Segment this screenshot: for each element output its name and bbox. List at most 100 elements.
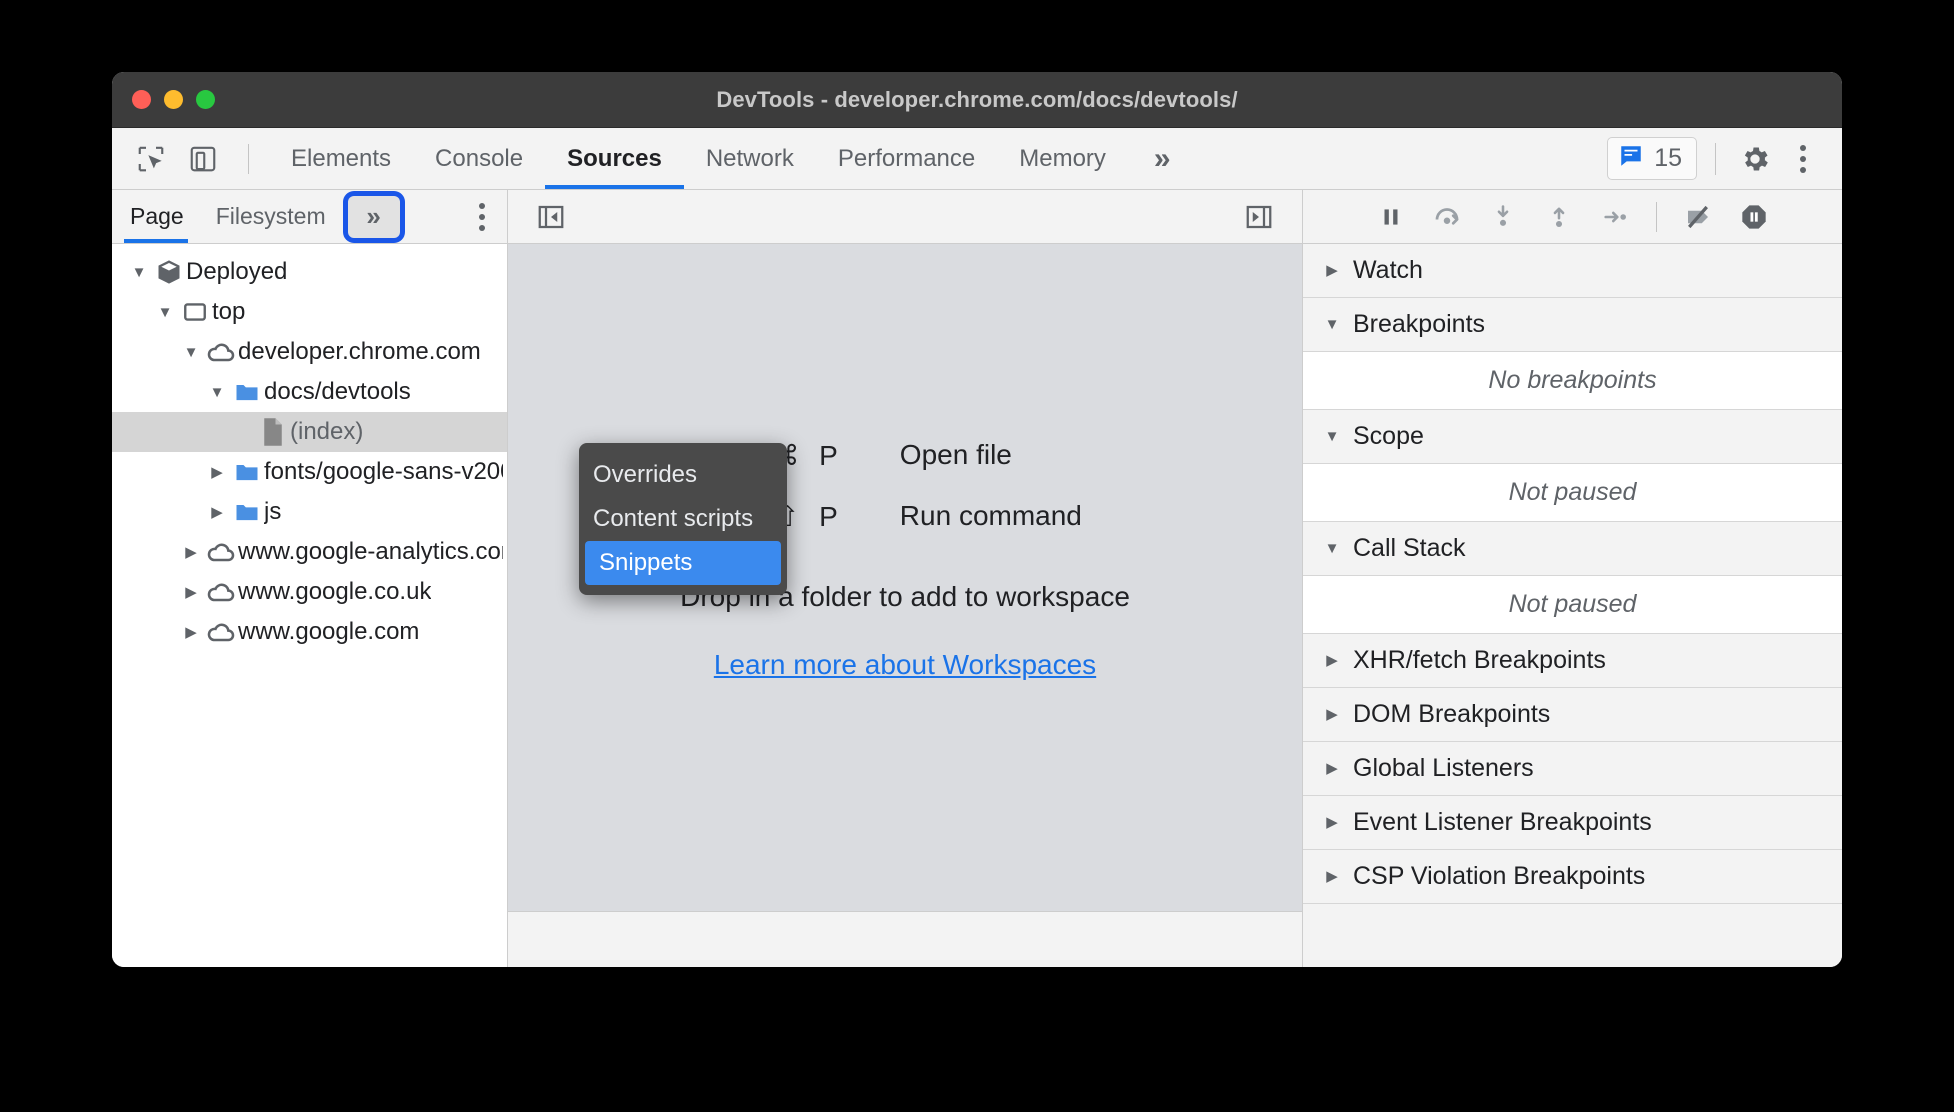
- section-label: DOM Breakpoints: [1353, 700, 1551, 728]
- chevron-right-icon[interactable]: ▶: [1321, 815, 1343, 830]
- show-navigator-icon[interactable]: [530, 196, 572, 238]
- devtools-body: Page Filesystem » ▼ Deployed ▼ top ▼ dev…: [112, 190, 1842, 967]
- tab-elements[interactable]: Elements: [269, 128, 413, 189]
- kebab-dots: [479, 202, 485, 231]
- tree-item-google-com[interactable]: ▶ www.google.com: [112, 612, 507, 652]
- tab-performance[interactable]: Performance: [816, 128, 997, 189]
- chevron-down-icon[interactable]: ▼: [1321, 317, 1343, 332]
- menu-item-overrides[interactable]: Overrides: [579, 453, 787, 497]
- section-label: Call Stack: [1353, 534, 1466, 562]
- chevron-right-icon[interactable]: ▶: [1321, 263, 1343, 278]
- tree-item-label: js: [264, 498, 282, 525]
- call-stack-empty-message: Not paused: [1303, 576, 1842, 634]
- toolbar-right: 15: [1607, 128, 1842, 189]
- chevron-right-icon[interactable]: ▶: [1321, 707, 1343, 722]
- tree-item-label: www.google.com: [238, 618, 420, 645]
- tree-item-developer-chrome-com[interactable]: ▼ developer.chrome.com: [112, 332, 507, 372]
- kebab-menu-icon[interactable]: [1782, 138, 1824, 180]
- folder-icon: [230, 458, 264, 486]
- tree-item-top[interactable]: ▼ top: [112, 292, 507, 332]
- navigator-pane: Page Filesystem » ▼ Deployed ▼ top ▼ dev…: [112, 190, 508, 967]
- chevron-right-icon[interactable]: ▶: [1321, 761, 1343, 776]
- shortcut-description: Run command: [899, 499, 1082, 531]
- chevron-right-icon[interactable]: ▶: [178, 585, 204, 600]
- tab-network[interactable]: Network: [684, 128, 816, 189]
- chevron-down-icon[interactable]: ▼: [126, 265, 152, 280]
- section-label: CSP Violation Breakpoints: [1353, 862, 1646, 890]
- step-icon[interactable]: [1592, 197, 1638, 237]
- nav-tab-label: Filesystem: [215, 203, 326, 229]
- nav-tab-page[interactable]: Page: [112, 190, 200, 243]
- tree-item-google-co-uk[interactable]: ▶ www.google.co.uk: [112, 572, 507, 612]
- editor-status-bar: [508, 911, 1302, 967]
- section-label: Event Listener Breakpoints: [1353, 808, 1652, 836]
- tree-item-index[interactable]: (index): [112, 412, 507, 452]
- close-button[interactable]: [132, 90, 151, 109]
- navigator-overflow-menu: Overrides Content scripts Snippets: [579, 443, 787, 595]
- deactivate-breakpoints-icon[interactable]: [1675, 197, 1721, 237]
- tab-sources[interactable]: Sources: [545, 128, 684, 189]
- device-toolbar-icon[interactable]: [182, 138, 224, 180]
- section-dom-breakpoints[interactable]: ▶ DOM Breakpoints: [1303, 688, 1842, 742]
- tab-memory[interactable]: Memory: [997, 128, 1128, 189]
- section-breakpoints[interactable]: ▼ Breakpoints: [1303, 298, 1842, 352]
- tree-item-fonts[interactable]: ▶ fonts/google-sans-v200: [112, 452, 507, 492]
- panel-tabs: Elements Console Sources Network Perform…: [269, 128, 1197, 189]
- step-over-icon[interactable]: [1424, 197, 1470, 237]
- step-into-icon[interactable]: [1480, 197, 1526, 237]
- maximize-button[interactable]: [196, 90, 215, 109]
- chevron-right-icon[interactable]: ▶: [1321, 653, 1343, 668]
- menu-item-snippets[interactable]: Snippets: [585, 541, 781, 585]
- devtools-window: DevTools - developer.chrome.com/docs/dev…: [112, 72, 1842, 967]
- chevron-down-icon[interactable]: ▼: [152, 305, 178, 320]
- console-message-badge[interactable]: 15: [1607, 137, 1697, 180]
- tabs-overflow-icon[interactable]: »: [1128, 128, 1197, 189]
- chevron-down-icon[interactable]: ▼: [1321, 541, 1343, 556]
- pause-script-execution-icon[interactable]: [1368, 197, 1414, 237]
- section-event-listener-breakpoints[interactable]: ▶ Event Listener Breakpoints: [1303, 796, 1842, 850]
- chevron-right-icon[interactable]: ▶: [204, 505, 230, 520]
- section-label: Scope: [1353, 422, 1424, 450]
- tree-item-label: developer.chrome.com: [238, 338, 481, 365]
- toolbar-divider: [248, 143, 249, 174]
- minimize-button[interactable]: [164, 90, 183, 109]
- chevron-right-icon[interactable]: ▶: [204, 465, 230, 480]
- section-label: Breakpoints: [1353, 310, 1486, 338]
- cube-icon: [152, 258, 186, 286]
- show-debugger-icon[interactable]: [1238, 196, 1280, 238]
- section-label: Watch: [1353, 256, 1423, 284]
- pause-on-exceptions-icon[interactable]: [1731, 197, 1777, 237]
- inspect-element-icon[interactable]: [130, 138, 172, 180]
- step-out-icon[interactable]: [1536, 197, 1582, 237]
- debugger-toolbar: [1303, 190, 1842, 244]
- section-scope[interactable]: ▼ Scope: [1303, 410, 1842, 464]
- navigator-overflow-button[interactable]: »: [347, 195, 400, 238]
- tree-item-google-analytics[interactable]: ▶ www.google-analytics.com: [112, 532, 507, 572]
- section-xhr-fetch-breakpoints[interactable]: ▶ XHR/fetch Breakpoints: [1303, 634, 1842, 688]
- section-label: XHR/fetch Breakpoints: [1353, 646, 1606, 674]
- chevron-right-icon[interactable]: ▶: [178, 625, 204, 640]
- section-global-listeners[interactable]: ▶ Global Listeners: [1303, 742, 1842, 796]
- chevron-down-icon[interactable]: ▼: [178, 345, 204, 360]
- tree-item-js[interactable]: ▶ js: [112, 492, 507, 532]
- chevron-down-icon[interactable]: ▼: [204, 385, 230, 400]
- section-csp-violation-breakpoints[interactable]: ▶ CSP Violation Breakpoints: [1303, 850, 1842, 904]
- nav-tab-filesystem[interactable]: Filesystem: [200, 190, 342, 243]
- tree-item-docs-devtools[interactable]: ▼ docs/devtools: [112, 372, 507, 412]
- menu-item-label: Overrides: [593, 461, 698, 488]
- gear-icon[interactable]: [1734, 138, 1776, 180]
- chevron-down-icon[interactable]: ▼: [1321, 429, 1343, 444]
- chevron-right-icon[interactable]: ▶: [1321, 869, 1343, 884]
- section-watch[interactable]: ▶ Watch: [1303, 244, 1842, 298]
- tree-item-deployed[interactable]: ▼ Deployed: [112, 252, 507, 292]
- section-call-stack[interactable]: ▼ Call Stack: [1303, 522, 1842, 576]
- tab-console[interactable]: Console: [413, 128, 545, 189]
- navigator-kebab-icon[interactable]: [479, 190, 507, 243]
- menu-item-content-scripts[interactable]: Content scripts: [579, 497, 787, 541]
- chevron-right-icon[interactable]: ▶: [178, 545, 204, 560]
- frame-icon: [178, 299, 212, 325]
- kebab-dots: [1800, 144, 1806, 173]
- cloud-icon: [204, 616, 238, 648]
- learn-more-workspaces-link[interactable]: Learn more about Workspaces: [714, 649, 1096, 681]
- tab-label: Performance: [837, 144, 976, 172]
